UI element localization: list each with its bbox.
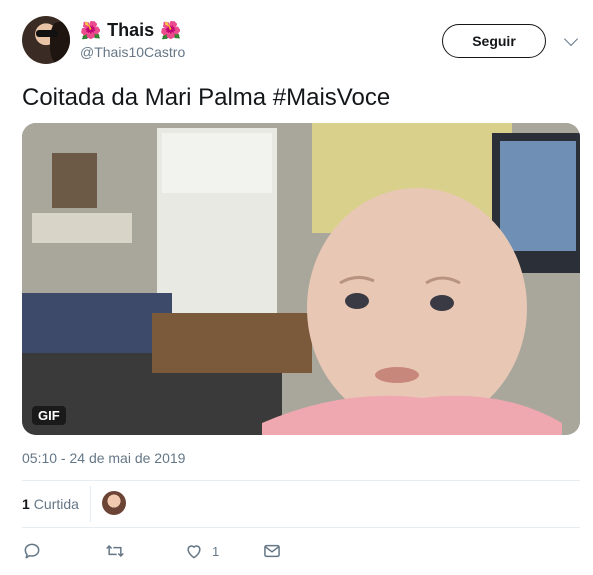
flower-emoji-left: 🌺 [80,20,102,40]
like-icon [187,545,201,559]
tweet-stats: 1 Curtida [22,484,580,524]
liker-avatar[interactable] [102,491,126,515]
tweet-text: Coitada da Mari Palma #MaisVoce [22,84,391,111]
message-button[interactable] [262,540,282,562]
gif-frame-image [22,123,580,435]
likes-count[interactable]: 1 Curtida [22,496,79,512]
retweet-button[interactable] [104,540,126,562]
like-button[interactable]: 1 [184,540,219,562]
likes-label: Curtida [33,496,79,512]
tweet-gif-media[interactable]: GIF [22,123,580,435]
message-icon [264,544,280,558]
author-avatar[interactable] [22,16,70,64]
stats-separator [90,486,91,522]
flower-emoji-right: 🌺 [160,20,182,40]
author-handle[interactable]: @Thais10Castro [80,44,185,60]
author-info: 🌺 Thais 🌺 @Thais10Castro [80,18,185,61]
reply-button[interactable] [22,540,42,562]
divider-bottom [22,527,580,528]
author-display-name[interactable]: Thais [107,20,154,41]
divider-top [22,480,580,481]
tweet-timestamp[interactable]: 05:10 - 24 de mai de 2019 [22,450,185,466]
reply-icon [24,543,40,559]
retweet-icon [106,544,124,558]
likes-number: 1 [22,496,30,512]
follow-button[interactable]: Seguir [442,24,546,58]
tweet-header: 🌺 Thais 🌺 @Thais10Castro Seguir [22,16,582,70]
chevron-down-icon[interactable] [563,31,579,47]
gif-badge: GIF [32,406,66,425]
tweet-actions: 1 [22,540,322,562]
like-count: 1 [212,543,220,559]
author-name-row[interactable]: 🌺 Thais 🌺 [80,18,185,42]
